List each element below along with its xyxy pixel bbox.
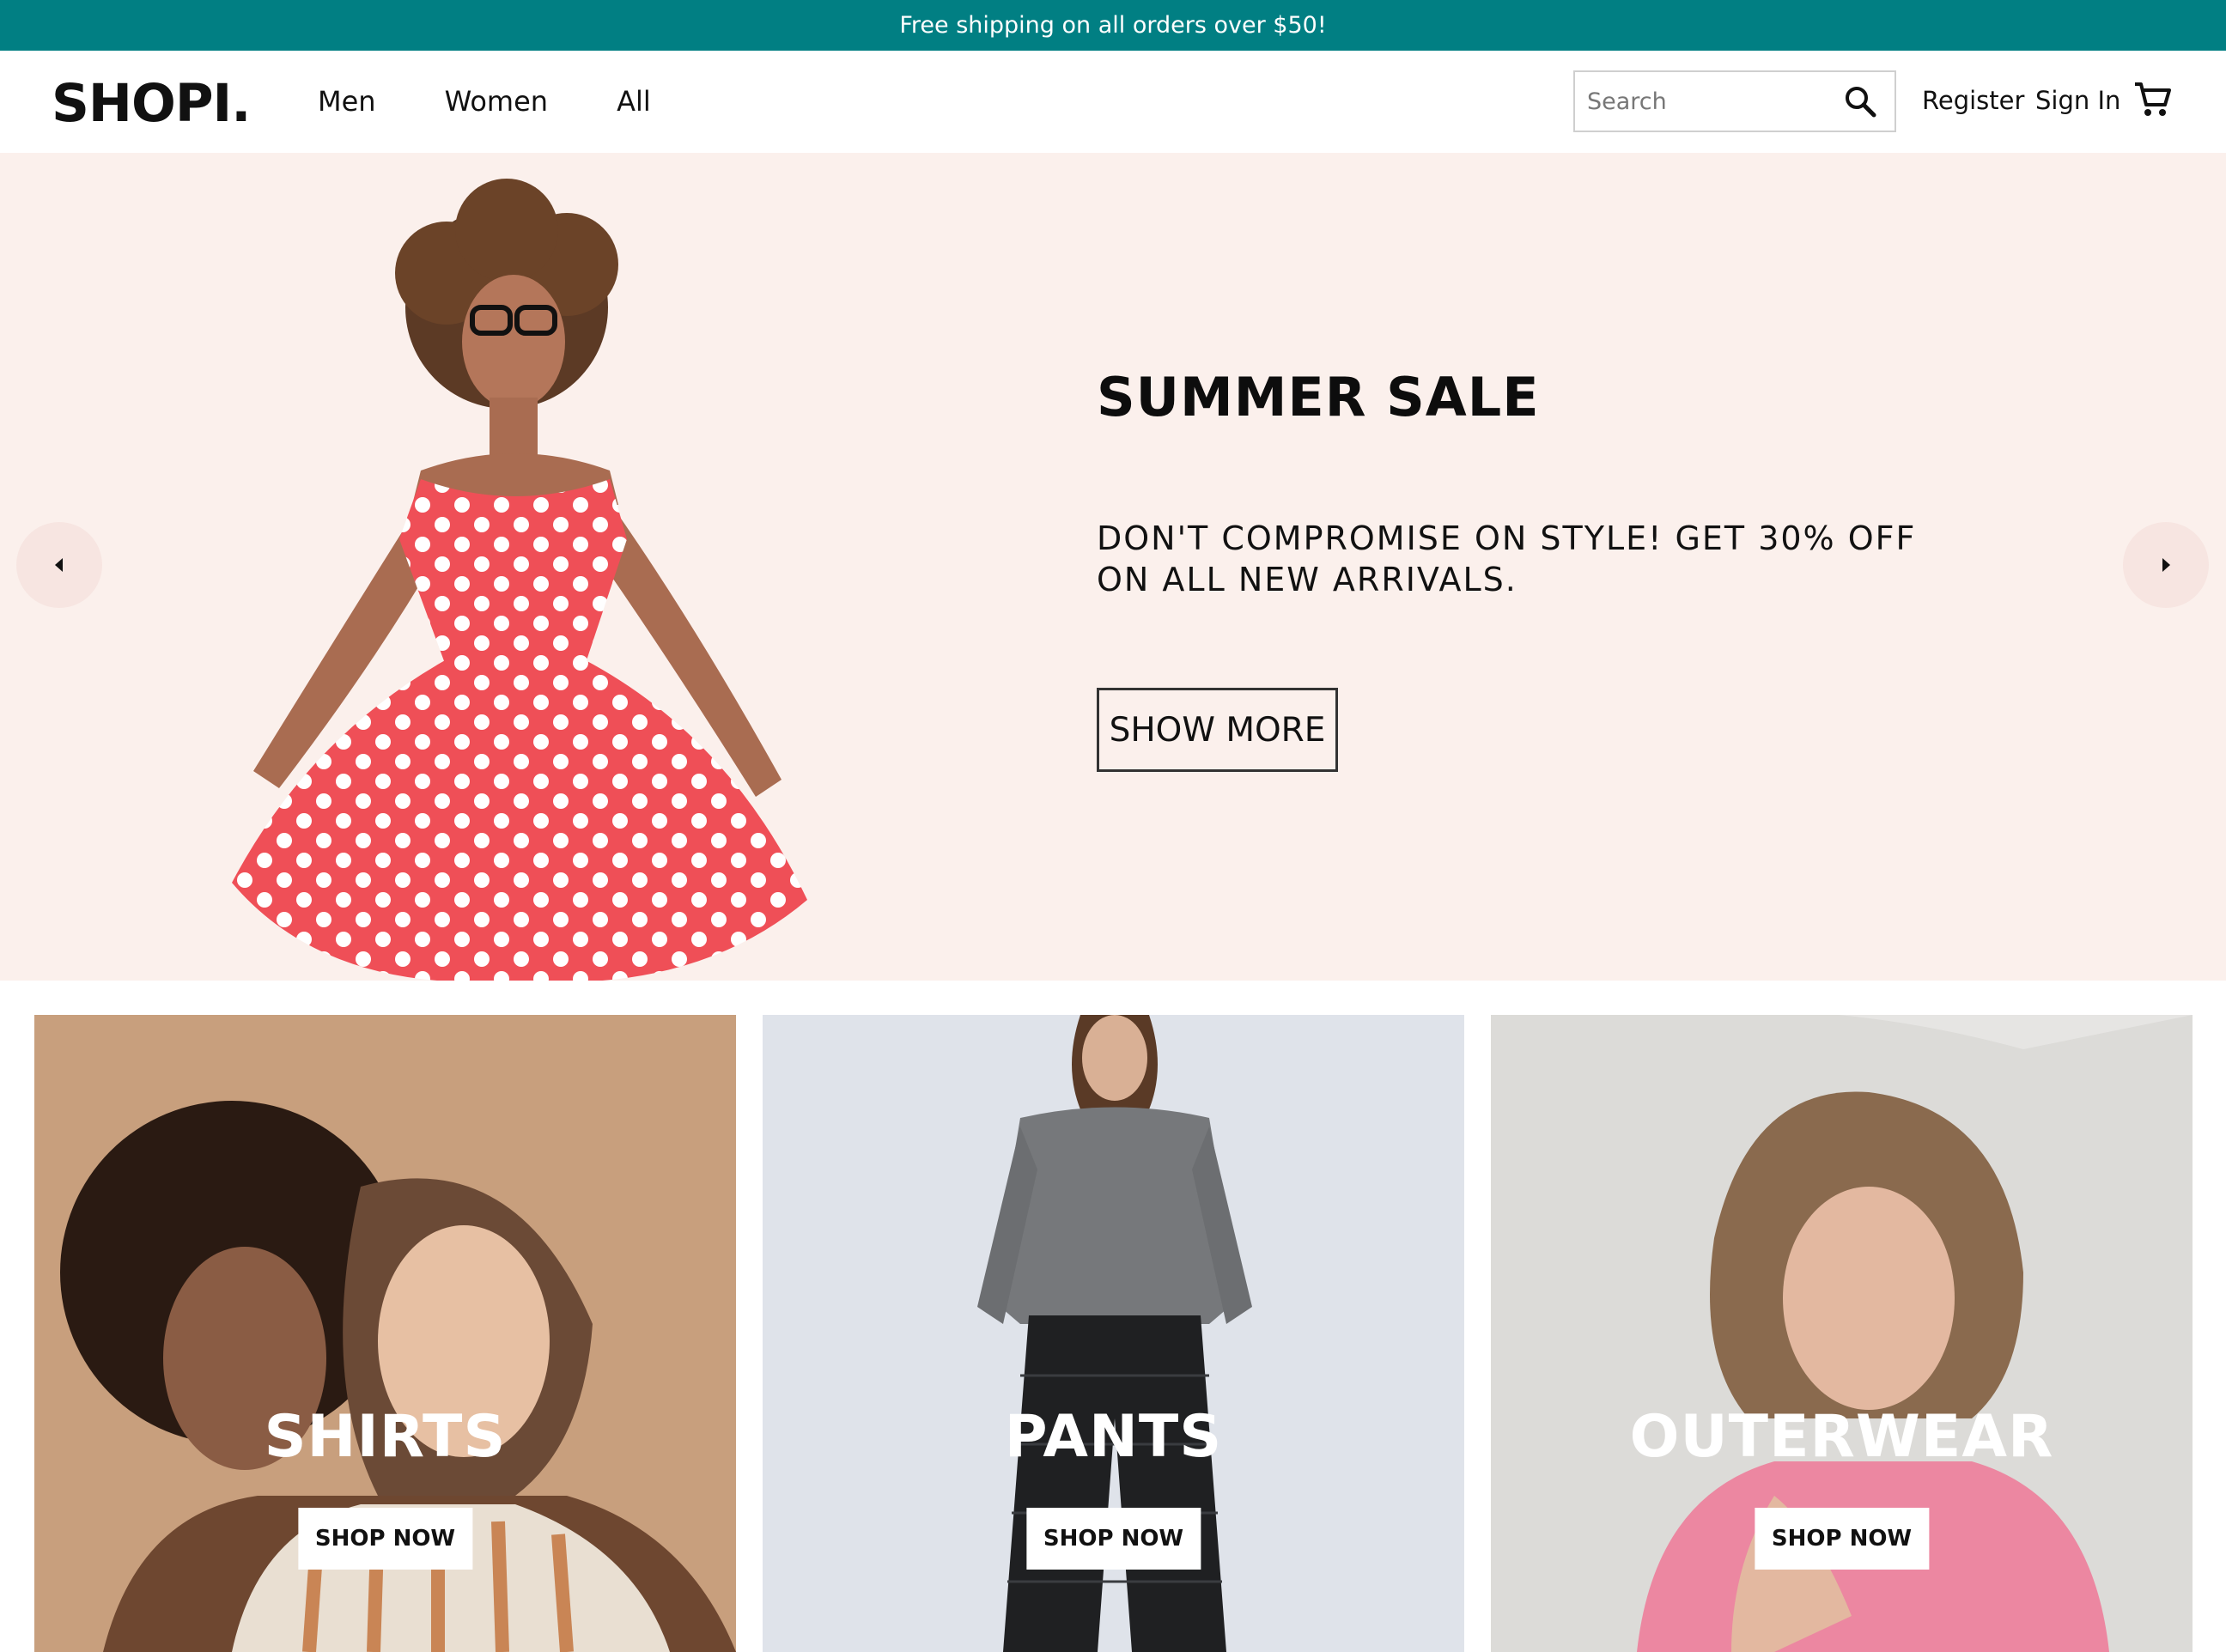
category-card-shirts[interactable]: SHIRTS SHOP NOW (34, 1015, 736, 1652)
nav-item-all[interactable]: All (617, 85, 651, 118)
logo[interactable]: SHOPI. (52, 73, 251, 134)
nav-item-women[interactable]: Women (445, 85, 548, 118)
nav-item-men[interactable]: Men (318, 85, 376, 118)
category-card-pants[interactable]: PANTS SHOP NOW (763, 1015, 1464, 1652)
hero-banner: SUMMER SALE DON'T COMPROMISE ON STYLE! G… (0, 153, 2226, 981)
chevron-left-icon (55, 558, 63, 572)
category-title: SHIRTS (264, 1403, 507, 1471)
category-title: PANTS (1004, 1403, 1223, 1471)
hero-description: DON'T COMPROMISE ON STYLE! GET 30% OFF O… (1097, 519, 1917, 598)
hero-title: SUMMER SALE (1097, 366, 1540, 428)
site-header: SHOPI. Men Women All Register Sign In (0, 51, 2226, 153)
shop-now-button[interactable]: SHOP NOW (1754, 1508, 1930, 1570)
sign-in-link[interactable]: Sign In (2035, 86, 2120, 115)
carousel-prev-button[interactable] (16, 522, 102, 608)
main-nav: Men Women All (318, 85, 651, 118)
hero-model-image (232, 179, 807, 981)
announcement-bar: Free shipping on all orders over $50! (0, 0, 2226, 51)
shop-now-button[interactable]: SHOP NOW (1025, 1508, 1201, 1570)
category-card-outerwear[interactable]: OUTERWEAR SHOP NOW (1491, 1015, 2193, 1652)
cart-icon[interactable] (2133, 80, 2173, 119)
announcement-text: Free shipping on all orders over $50! (899, 12, 1327, 39)
register-link[interactable]: Register (1922, 86, 2024, 115)
shop-now-button[interactable]: SHOP NOW (297, 1508, 473, 1570)
search-icon[interactable] (1843, 84, 1877, 118)
chevron-right-icon (2162, 558, 2170, 572)
show-more-button[interactable]: SHOW MORE (1097, 688, 1338, 772)
search-box (1573, 70, 1896, 132)
search-input[interactable] (1575, 76, 1824, 127)
carousel-next-button[interactable] (2123, 522, 2209, 608)
category-title: OUTERWEAR (1629, 1403, 2054, 1471)
